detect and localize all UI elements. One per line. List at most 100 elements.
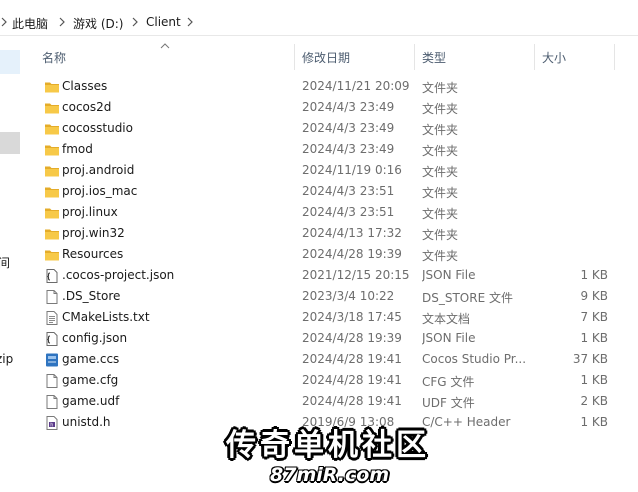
nav-hover-item[interactable]: [0, 132, 20, 154]
file-date: 2024/4/3 23:49: [302, 121, 395, 135]
file-type: 文件夹: [422, 144, 459, 158]
file-date: 2024/4/3 23:49: [302, 142, 395, 156]
file-name: config.json: [62, 331, 128, 345]
file-name: proj.android: [62, 163, 135, 177]
file-name: fmod: [62, 142, 93, 156]
file-type: 文件夹: [422, 228, 459, 242]
chevron-right-icon[interactable]: [131, 16, 141, 28]
file-size: 37 KB: [572, 352, 608, 366]
chevron-right-icon[interactable]: [186, 16, 196, 28]
file-name: .cocos-project.json: [62, 268, 175, 282]
list-item[interactable]: game.ccs 2024/4/28 19:41 Cocos Studio Pr..…: [36, 349, 616, 370]
folder-icon: [44, 205, 60, 221]
nav-selected-item[interactable]: [0, 50, 20, 74]
list-item[interactable]: Resources 2024/4/28 19:39 文件夹: [36, 244, 616, 265]
file-date: 2021/12/15 20:15: [302, 268, 410, 282]
file-type: 文件夹: [422, 102, 459, 116]
file-date: 2024/11/21 20:09: [302, 79, 410, 93]
list-item[interactable]: cocos2d 2024/4/3 23:49 文件夹: [36, 97, 616, 118]
column-date[interactable]: 修改日期: [302, 49, 350, 66]
column-name[interactable]: 名称: [42, 49, 66, 66]
column-type[interactable]: 类型: [422, 49, 446, 66]
list-item[interactable]: proj.android 2024/11/19 0:16 文件夹: [36, 160, 616, 181]
folder-icon: [44, 226, 60, 242]
blank-file-icon: [44, 289, 60, 305]
column-divider[interactable]: [414, 44, 415, 70]
file-type: CFG 文件: [422, 375, 475, 389]
list-item[interactable]: game.udf 2024/4/28 19:41 UDF 文件 2 KB: [36, 391, 616, 412]
file-date: 2024/11/19 0:16: [302, 163, 402, 177]
watermark: 传奇单机社区 87miR.com: [220, 420, 426, 492]
breadcrumb-this-pc[interactable]: 此电脑: [12, 15, 48, 32]
file-name: proj.ios_mac: [62, 184, 138, 198]
watermark-title: 传奇单机社区: [226, 428, 430, 463]
file-name: game.ccs: [62, 352, 120, 366]
column-size[interactable]: 大小: [542, 49, 566, 66]
file-name: CMakeLists.txt: [62, 310, 150, 324]
list-item[interactable]: config.json 2024/4/28 19:39 JSON File 1 KB: [36, 328, 616, 349]
breadcrumb-bar: 此电脑 游戏 (D:) Client: [0, 9, 638, 36]
file-name: proj.linux: [62, 205, 118, 219]
file-date: 2024/4/28 19:41: [302, 394, 402, 408]
navigation-pane: 间 zip: [0, 36, 20, 492]
file-date: 2024/4/28 19:41: [302, 352, 402, 366]
list-item[interactable]: proj.ios_mac 2024/4/3 23:51 文件夹: [36, 181, 616, 202]
list-item[interactable]: game.cfg 2024/4/28 19:41 CFG 文件 1 KB: [36, 370, 616, 391]
breadcrumb-drive[interactable]: 游戏 (D:): [73, 15, 123, 32]
file-type: 文本文档: [422, 312, 471, 326]
file-date: 2024/4/28 19:39: [302, 247, 402, 261]
folder-icon: [44, 142, 60, 158]
list-item[interactable]: .DS_Store 2023/3/4 10:22 DS_STORE 文件 9 KB: [36, 286, 616, 307]
file-type: DS_STORE 文件: [422, 291, 513, 305]
breadcrumb-client[interactable]: Client: [146, 15, 181, 29]
watermark-url: 87miR.com: [270, 464, 390, 486]
file-name: cocos2d: [62, 100, 112, 114]
column-divider[interactable]: [614, 44, 615, 70]
file-name: Classes: [62, 79, 108, 93]
file-size: 1 KB: [580, 268, 608, 282]
list-item[interactable]: fmod 2024/4/3 23:49 文件夹: [36, 139, 616, 160]
file-type: Cocos Studio Pr...: [422, 352, 527, 366]
list-item[interactable]: proj.linux 2024/4/3 23:51 文件夹: [36, 202, 616, 223]
file-type: 文件夹: [422, 207, 459, 221]
cocos-studio-file-icon: [44, 352, 60, 368]
file-date: 2023/3/4 10:22: [302, 289, 395, 303]
file-size: 1 KB: [580, 415, 608, 429]
file-type: JSON File: [422, 331, 476, 345]
file-date: 2024/4/28 19:39: [302, 331, 402, 345]
list-item[interactable]: CMakeLists.txt 2024/3/18 17:45 文本文档 7 KB: [36, 307, 616, 328]
text-file-icon: [44, 310, 60, 326]
file-name: .DS_Store: [62, 289, 121, 303]
list-item[interactable]: proj.win32 2024/4/13 17:32 文件夹: [36, 223, 616, 244]
nav-item-label[interactable]: 间: [0, 254, 10, 271]
column-divider[interactable]: [534, 44, 535, 70]
column-divider[interactable]: [294, 44, 295, 70]
json-file-icon: [44, 268, 60, 284]
sort-ascending-icon: [160, 38, 170, 52]
file-name: cocosstudio: [62, 121, 133, 135]
file-name: game.udf: [62, 394, 120, 408]
file-date: 2024/4/28 19:41: [302, 373, 402, 387]
file-date: 2024/4/3 23:49: [302, 100, 395, 114]
list-item[interactable]: Classes 2024/11/21 20:09 文件夹: [36, 76, 616, 97]
file-date: 2024/3/18 17:45: [302, 310, 402, 324]
nav-item-label[interactable]: zip: [0, 352, 13, 366]
list-item[interactable]: .cocos-project.json 2021/12/15 20:15 JSON …: [36, 265, 616, 286]
blank-file-icon: [44, 373, 60, 389]
header-file-icon: h: [44, 415, 60, 431]
file-size: 1 KB: [580, 331, 608, 345]
chevron-right-icon[interactable]: [58, 16, 68, 28]
file-type: 文件夹: [422, 186, 459, 200]
chevron-right-icon[interactable]: [0, 16, 10, 28]
file-size: 7 KB: [580, 310, 608, 324]
file-type: C/C++ Header: [422, 415, 511, 429]
file-size: 9 KB: [580, 289, 608, 303]
file-type: UDF 文件: [422, 396, 475, 410]
list-item[interactable]: cocosstudio 2024/4/3 23:49 文件夹: [36, 118, 616, 139]
file-type: 文件夹: [422, 165, 459, 179]
file-name: unistd.h: [62, 415, 111, 429]
file-name: game.cfg: [62, 373, 119, 387]
blank-file-icon: [44, 394, 60, 410]
file-size: 2 KB: [580, 394, 608, 408]
file-type: 文件夹: [422, 81, 459, 95]
